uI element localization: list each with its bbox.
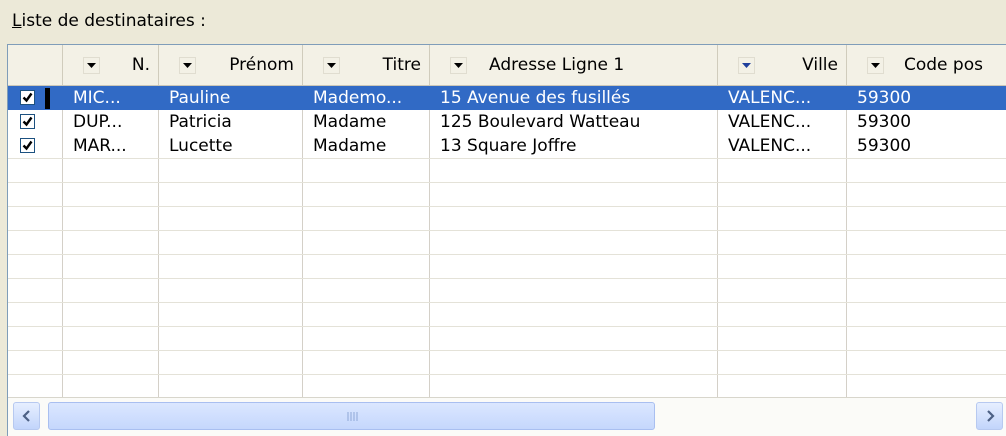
filter-dropdown-icon[interactable] — [179, 56, 196, 74]
chevron-left-icon — [21, 410, 30, 422]
filter-dropdown-icon[interactable] — [83, 56, 100, 74]
filter-dropdown-icon[interactable] — [867, 56, 884, 74]
header-label: N. — [131, 55, 150, 75]
cell-code-postal: 59300 — [857, 88, 912, 108]
cell-code-postal: 59300 — [857, 136, 912, 156]
row-checkbox[interactable] — [20, 138, 35, 153]
row-checkbox[interactable] — [20, 114, 35, 129]
cell-prenom: Patricia — [169, 112, 232, 132]
cell-adresse: 13 Square Joffre — [440, 136, 577, 156]
chevron-right-icon — [986, 410, 995, 422]
cell-prenom: Lucette — [169, 136, 233, 156]
header-checkbox-column — [8, 45, 63, 85]
header-titre[interactable]: Titre — [303, 45, 430, 85]
header-label: Ville — [802, 55, 838, 75]
filter-dropdown-icon[interactable] — [738, 56, 755, 74]
cell-ville: VALENC... — [728, 136, 812, 156]
cell-nom: MIC... — [73, 88, 121, 108]
row-focus-marker — [45, 88, 50, 109]
header-label: Adresse Ligne 1 — [489, 55, 625, 75]
cell-adresse: 125 Boulevard Watteau — [440, 112, 641, 132]
table-row[interactable]: MAR... Lucette Madame 13 Square Joffre V… — [8, 134, 1006, 158]
cell-ville: VALENC... — [728, 112, 812, 132]
recipient-list-caption: Liste de destinataires : — [12, 11, 206, 31]
table-row[interactable]: MIC... Pauline Mademo... 15 Avenue des f… — [8, 86, 1006, 110]
cell-nom: MAR... — [73, 136, 127, 156]
table-row[interactable]: DUP... Patricia Madame 125 Boulevard Wat… — [8, 110, 1006, 134]
filter-dropdown-icon[interactable] — [323, 56, 340, 74]
cell-titre: Madame — [313, 112, 387, 132]
recipient-list[interactable]: N. Prénom Titre Adresse Ligne 1 Ville Co… — [7, 44, 1006, 436]
row-checkbox[interactable] — [20, 90, 35, 105]
cell-titre: Mademo... — [313, 88, 403, 108]
header-nom[interactable]: N. — [63, 45, 159, 85]
cell-prenom: Pauline — [169, 88, 231, 108]
header-label: Prénom — [229, 55, 294, 75]
cell-ville: VALENC... — [728, 88, 812, 108]
scroll-thumb[interactable] — [48, 402, 655, 430]
scroll-right-button[interactable] — [976, 402, 1003, 430]
cell-code-postal: 59300 — [857, 112, 912, 132]
cell-adresse: 15 Avenue des fusillés — [440, 88, 631, 108]
horizontal-scrollbar[interactable] — [8, 397, 1006, 436]
grip-icon — [347, 411, 357, 421]
column-header: N. Prénom Titre Adresse Ligne 1 Ville Co… — [8, 45, 1006, 86]
header-label: Titre — [382, 55, 421, 75]
caption-text: iste de destinataires : — [21, 11, 206, 31]
header-adresse[interactable]: Adresse Ligne 1 — [430, 45, 718, 85]
header-prenom[interactable]: Prénom — [159, 45, 303, 85]
header-ville[interactable]: Ville — [718, 45, 847, 85]
filter-dropdown-icon[interactable] — [450, 56, 467, 74]
header-label: Code pos — [904, 55, 983, 75]
cell-nom: DUP... — [73, 112, 123, 132]
header-code-postal[interactable]: Code pos — [847, 45, 1006, 85]
cell-titre: Madame — [313, 136, 387, 156]
scroll-left-button[interactable] — [13, 402, 40, 430]
